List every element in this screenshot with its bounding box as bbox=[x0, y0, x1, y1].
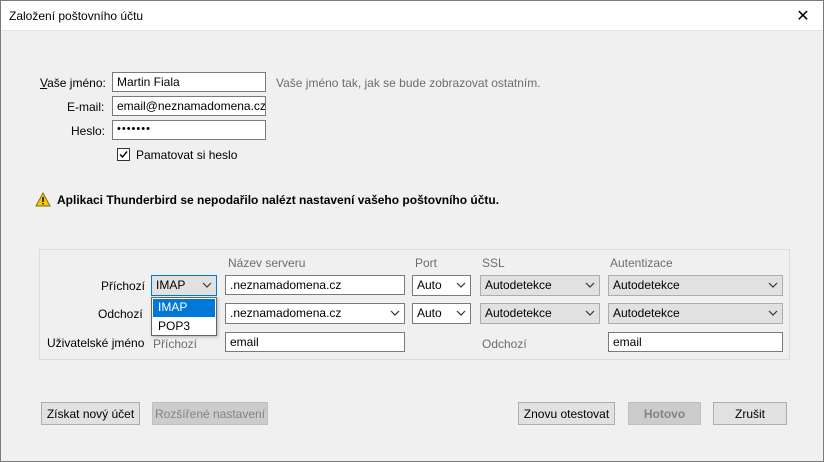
outgoing-port-select[interactable]: Auto bbox=[412, 303, 471, 324]
protocol-dropdown-list: IMAP POP3 bbox=[151, 297, 217, 336]
name-field[interactable]: Martin Fiala bbox=[112, 72, 266, 92]
advanced-config-label: Rozšířené nastavení bbox=[154, 406, 266, 421]
outgoing-ssl-select[interactable]: Autodetekce bbox=[480, 303, 600, 324]
incoming-ssl-value: Autodetekce bbox=[485, 278, 552, 292]
name-hint: Vaše jméno tak, jak se bude zobrazovat o… bbox=[276, 76, 541, 90]
incoming-label: Příchozí bbox=[101, 279, 146, 293]
get-new-account-button[interactable]: Získat nový účet bbox=[41, 402, 140, 425]
cancel-label: Zrušit bbox=[735, 406, 765, 421]
outgoing-server-value: .neznamadomena.cz bbox=[230, 306, 342, 320]
outgoing-ssl-value: Autodetekce bbox=[485, 306, 552, 320]
column-header-server: Název serveru bbox=[228, 256, 306, 270]
incoming-protocol-select[interactable]: IMAP bbox=[151, 275, 217, 296]
account-setup-dialog: Založení poštovního účtu ✕ Vaše jméno: M… bbox=[0, 0, 824, 462]
password-label: Heslo: bbox=[71, 124, 106, 138]
incoming-port-value: Auto bbox=[417, 278, 442, 292]
get-new-account-label: Získat nový účet bbox=[46, 406, 135, 421]
chevron-down-icon bbox=[585, 279, 595, 291]
column-header-ssl: SSL bbox=[482, 256, 505, 270]
username-outgoing-label: Odchozí bbox=[482, 337, 527, 351]
outgoing-username-field[interactable]: email bbox=[608, 332, 783, 352]
outgoing-label: Odchozí bbox=[98, 307, 143, 321]
outgoing-port-value: Auto bbox=[417, 306, 442, 320]
remember-password-checkbox[interactable] bbox=[117, 148, 130, 161]
chevron-down-icon bbox=[456, 307, 466, 319]
title-bar: Založení poštovního účtu ✕ bbox=[1, 1, 823, 31]
incoming-port-select[interactable]: Auto bbox=[412, 275, 471, 296]
username-incoming-label: Příchozí bbox=[153, 337, 198, 351]
done-button[interactable]: Hotovo bbox=[628, 402, 701, 425]
outgoing-server-select[interactable]: .neznamadomena.cz bbox=[225, 303, 405, 324]
warning-message: Aplikaci Thunderbird se nepodařilo naléz… bbox=[57, 193, 500, 207]
chevron-down-icon bbox=[585, 307, 595, 319]
done-label: Hotovo bbox=[643, 406, 686, 421]
outgoing-auth-select[interactable]: Autodetekce bbox=[608, 303, 783, 324]
email-label: E-mail: bbox=[67, 100, 105, 114]
chevron-down-icon bbox=[768, 307, 778, 319]
close-icon: ✕ bbox=[796, 7, 810, 25]
chevron-down-icon bbox=[390, 307, 400, 319]
retest-label: Znovu otestovat bbox=[523, 406, 610, 421]
protocol-option-imap[interactable]: IMAP bbox=[153, 299, 215, 317]
cancel-button[interactable]: Zrušit bbox=[713, 402, 787, 425]
chevron-down-icon bbox=[456, 279, 466, 291]
incoming-username-field[interactable]: email bbox=[225, 332, 405, 352]
password-field[interactable]: ••••••• bbox=[112, 120, 266, 140]
window-title: Založení poštovního účtu bbox=[9, 9, 144, 23]
incoming-auth-select[interactable]: Autodetekce bbox=[608, 275, 783, 296]
checkmark-icon bbox=[119, 151, 128, 159]
column-header-auth: Autentizace bbox=[610, 256, 673, 270]
warning-icon bbox=[35, 191, 51, 210]
chevron-down-icon bbox=[202, 279, 212, 291]
username-label: Uživatelské jméno bbox=[47, 336, 145, 350]
incoming-ssl-select[interactable]: Autodetekce bbox=[480, 275, 600, 296]
outgoing-auth-value: Autodetekce bbox=[613, 306, 680, 320]
advanced-config-button[interactable]: Rozšířené nastavení bbox=[152, 402, 268, 425]
remember-password-label: Pamatovat si heslo bbox=[136, 148, 238, 162]
incoming-protocol-value: IMAP bbox=[156, 278, 186, 292]
incoming-auth-value: Autodetekce bbox=[613, 278, 680, 292]
close-button[interactable]: ✕ bbox=[783, 1, 823, 30]
column-header-port: Port bbox=[415, 256, 438, 270]
protocol-option-pop3[interactable]: POP3 bbox=[153, 318, 215, 336]
incoming-server-field[interactable]: .neznamadomena.cz bbox=[225, 275, 405, 295]
chevron-down-icon bbox=[768, 279, 778, 291]
email-field[interactable]: email@neznamadomena.cz bbox=[112, 96, 266, 116]
name-label: Vaše jméno: bbox=[40, 76, 106, 90]
retest-button[interactable]: Znovu otestovat bbox=[518, 402, 615, 425]
